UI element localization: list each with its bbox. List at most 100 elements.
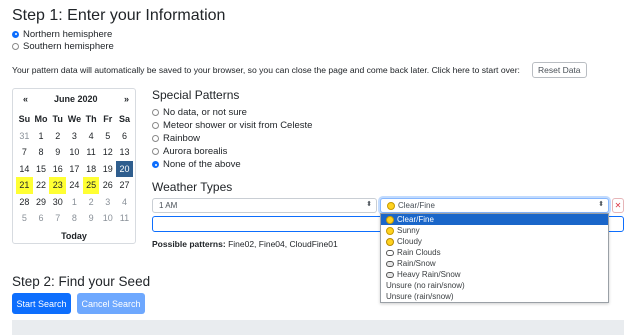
calendar-day[interactable]: 14	[16, 161, 33, 178]
calendar-day[interactable]: 17	[66, 161, 83, 178]
special-option-label: Aurora borealis	[163, 146, 228, 157]
updown-caret-icon: ⬍	[598, 201, 604, 208]
special-option-label: Rainbow	[163, 133, 200, 144]
radio-icon[interactable]	[12, 42, 19, 50]
calendar-day-selected[interactable]: 20	[116, 160, 133, 177]
calendar-day[interactable]: 3	[66, 128, 83, 145]
dropdown-option[interactable]: Cloudy	[381, 236, 608, 247]
dow-label: Th	[85, 114, 97, 125]
calendar-day[interactable]: 9	[83, 210, 100, 227]
dow-label: Mo	[34, 114, 48, 125]
calendar-day[interactable]: 11	[116, 210, 133, 227]
calendar-day[interactable]: 12	[99, 144, 116, 161]
calendar-day[interactable]: 2	[83, 194, 100, 211]
weather-select[interactable]: Clear/Fine ⬍	[380, 198, 609, 213]
calendar-day[interactable]: 22	[33, 177, 50, 194]
reset-data-button[interactable]: Reset Data	[532, 62, 587, 78]
radio-icon[interactable]	[152, 122, 159, 129]
start-search-button[interactable]: Start Search	[12, 293, 71, 314]
dropdown-option[interactable]: Clear/Fine	[381, 214, 608, 225]
calendar-day[interactable]: 10	[99, 210, 116, 227]
calendar-day[interactable]: 9	[49, 144, 66, 161]
rain-cloud-icon	[386, 260, 394, 267]
calendar-prev-button[interactable]: «	[23, 94, 28, 104]
calendar-day-highlighted[interactable]: 23	[49, 177, 67, 194]
calendar-day[interactable]: 26	[99, 177, 116, 194]
calendar-day[interactable]: 1	[33, 128, 50, 145]
calendar-day[interactable]: 24	[66, 177, 83, 194]
calendar-day-highlighted[interactable]: 21	[16, 177, 33, 194]
calendar-day[interactable]: 5	[16, 210, 33, 227]
dropdown-option-label: Heavy Rain/Snow	[397, 270, 461, 279]
radio-icon[interactable]	[152, 161, 159, 168]
special-option[interactable]: Meteor shower or visit from Celeste	[152, 119, 312, 132]
radio-icon[interactable]	[152, 109, 159, 116]
calendar-grid: Su Mo Tu We Th Fr Sa 31 1 2 3 4 5 6 7 8 …	[16, 111, 133, 227]
weather-types-title: Weather Types	[152, 180, 233, 194]
radio-icon[interactable]	[152, 135, 159, 142]
calendar-day[interactable]: 13	[116, 144, 133, 161]
dropdown-option-label: Unsure (no rain/snow)	[386, 281, 465, 290]
special-option[interactable]: No data, or not sure	[152, 106, 312, 119]
dropdown-option[interactable]: Heavy Rain/Snow	[381, 269, 608, 280]
calendar-day-highlighted[interactable]: 25	[82, 177, 100, 194]
calendar-day[interactable]: 1	[66, 194, 83, 211]
time-select[interactable]: 1 AM ⬍	[152, 198, 377, 213]
calendar-day[interactable]: 19	[99, 161, 116, 178]
rain-cloud-icon	[386, 271, 394, 278]
dropdown-option[interactable]: Rain Clouds	[381, 247, 608, 258]
calendar-day[interactable]: 27	[116, 177, 133, 194]
calendar-day[interactable]: 7	[16, 144, 33, 161]
radio-icon[interactable]	[152, 148, 159, 155]
remove-row-button[interactable]: ✕	[612, 198, 624, 213]
dow-label: Tu	[52, 114, 63, 125]
possible-patterns-label: Possible patterns:	[152, 239, 226, 249]
dropdown-option[interactable]: Sunny	[381, 225, 608, 236]
calendar-today-button[interactable]: Today	[13, 231, 135, 241]
dropdown-option[interactable]: Unsure (rain/snow)	[381, 291, 608, 302]
radio-icon[interactable]	[12, 30, 19, 38]
updown-caret-icon: ⬍	[366, 201, 372, 208]
calendar-day[interactable]: 29	[33, 194, 50, 211]
possible-patterns: Possible patterns: Fine02, Fine04, Cloud…	[152, 239, 338, 249]
special-option[interactable]: Aurora borealis	[152, 145, 312, 158]
dropdown-option-label: Sunny	[397, 226, 420, 235]
time-select-value: 1 AM	[159, 201, 178, 210]
calendar-day[interactable]: 5	[99, 128, 116, 145]
dropdown-option[interactable]: Rain/Snow	[381, 258, 608, 269]
cancel-search-button[interactable]: Cancel Search	[77, 293, 145, 314]
calendar-day[interactable]: 6	[116, 128, 133, 145]
dropdown-option-label: Unsure (rain/snow)	[386, 292, 454, 301]
sun-icon	[387, 201, 395, 210]
calendar-day[interactable]: 7	[49, 210, 66, 227]
calendar-next-button[interactable]: »	[124, 94, 129, 104]
calendar-day[interactable]: 8	[66, 210, 83, 227]
hemisphere-southern[interactable]: Southern hemisphere	[12, 40, 114, 52]
calendar-day[interactable]: 18	[83, 161, 100, 178]
calendar-day[interactable]: 4	[116, 194, 133, 211]
calendar-day[interactable]: 6	[33, 210, 50, 227]
calendar-day[interactable]: 2	[49, 128, 66, 145]
calendar-day[interactable]: 15	[33, 161, 50, 178]
calendar-day[interactable]: 16	[49, 161, 66, 178]
dropdown-option-label: Cloudy	[397, 237, 422, 246]
progress-bar-track	[12, 320, 624, 335]
calendar: « June 2020 » Su Mo Tu We Th Fr Sa 31 1 …	[12, 88, 136, 244]
calendar-day[interactable]: 8	[33, 144, 50, 161]
calendar-month-title[interactable]: June 2020	[54, 94, 98, 104]
calendar-day[interactable]: 28	[16, 194, 33, 211]
calendar-day[interactable]: 10	[66, 144, 83, 161]
dropdown-option[interactable]: Unsure (no rain/snow)	[381, 280, 608, 291]
dow-label: Su	[18, 114, 31, 125]
calendar-day[interactable]: 3	[99, 194, 116, 211]
calendar-day[interactable]: 30	[49, 194, 66, 211]
calendar-day[interactable]: 4	[83, 128, 100, 145]
dow-label: Sa	[118, 114, 130, 125]
special-option[interactable]: Rainbow	[152, 132, 312, 145]
calendar-header: « June 2020 »	[13, 94, 135, 106]
calendar-day[interactable]: 31	[16, 128, 33, 145]
calendar-day[interactable]: 11	[83, 144, 100, 161]
dow-label: Fr	[103, 114, 113, 125]
special-option[interactable]: None of the above	[152, 158, 312, 171]
hemisphere-northern[interactable]: Northern hemisphere	[12, 28, 114, 40]
